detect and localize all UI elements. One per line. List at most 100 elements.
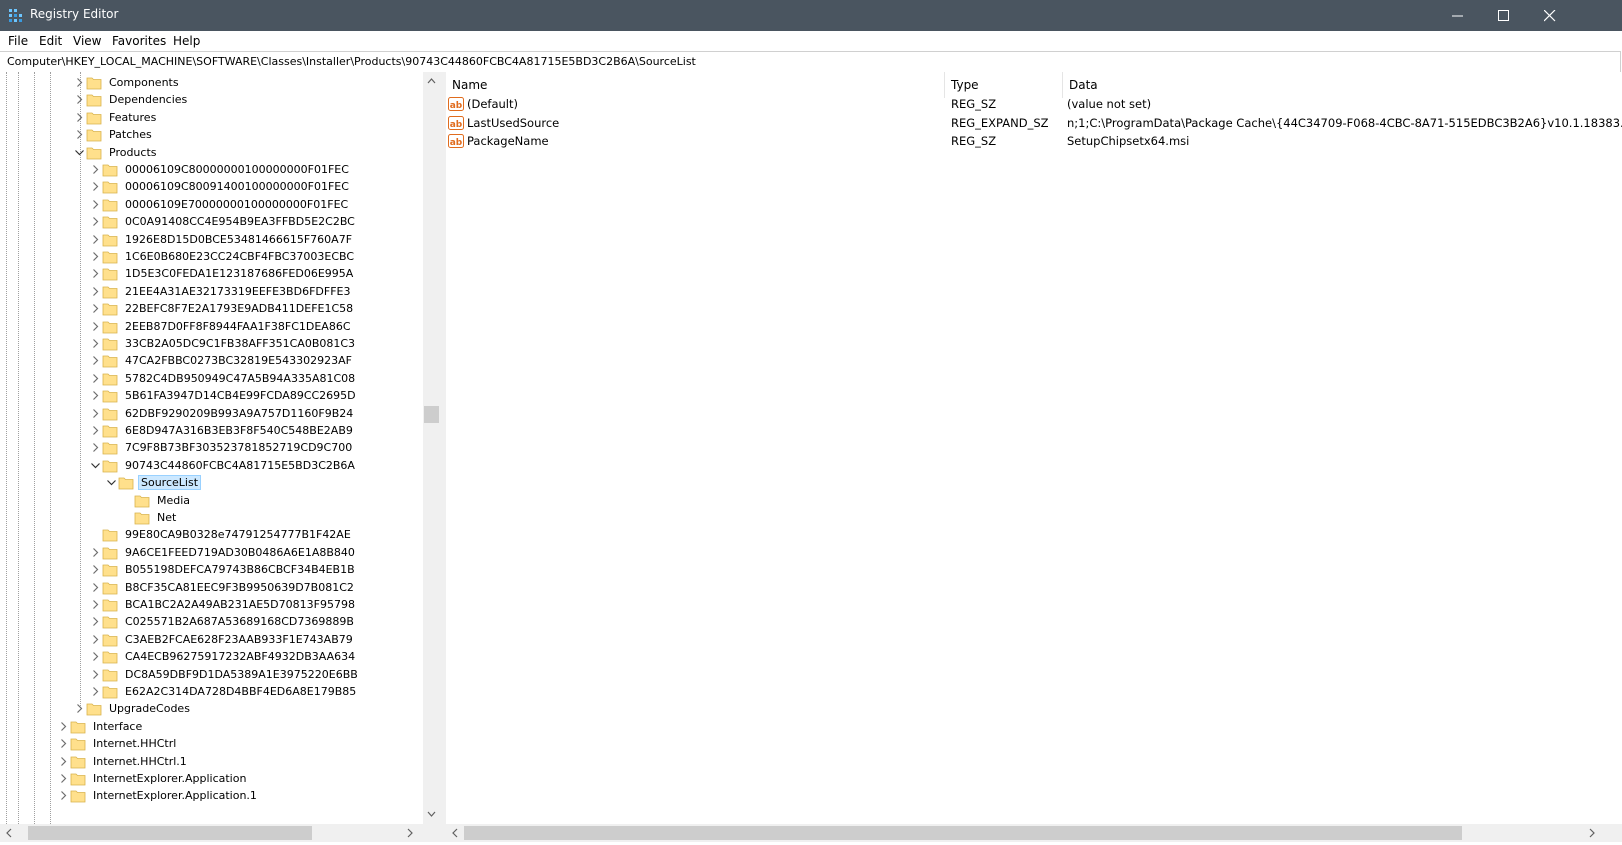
tree-item-label[interactable]: 7C9F8B73BF303523781852719CD9C700 (123, 441, 354, 454)
tree-item-label[interactable]: InternetExplorer.Application (91, 772, 248, 785)
tree-item-label[interactable]: Components (107, 76, 181, 89)
expand-chevron-icon[interactable] (74, 129, 85, 140)
menu-help[interactable]: Help (173, 34, 200, 48)
expand-chevron-icon[interactable] (90, 355, 101, 366)
expand-chevron-icon[interactable] (90, 669, 101, 680)
tree-item-label[interactable]: SourceList (137, 475, 202, 491)
tree-item-label[interactable]: 1D5E3C0FEDA1E123187686FED06E995A (123, 267, 355, 280)
tree-item-label[interactable]: 33CB2A05DC9C1FB38AFF351CA0B081C3 (123, 337, 357, 350)
tree-item-label[interactable]: 21EE4A31AE32173319EEFE3BD6FDFFE3 (123, 285, 352, 298)
expand-chevron-icon[interactable] (90, 321, 101, 332)
tree-item-label[interactable]: Media (155, 494, 192, 507)
close-button[interactable] (1527, 0, 1573, 31)
expand-chevron-icon[interactable] (90, 373, 101, 384)
expand-chevron-icon[interactable] (90, 599, 101, 610)
tree-item-label[interactable]: 9A6CE1FEED719AD30B0486A6E1A8B840 (123, 546, 357, 559)
menu-file[interactable]: File (8, 34, 28, 48)
menu-edit[interactable]: Edit (39, 34, 62, 48)
minimize-button[interactable] (1435, 0, 1481, 31)
expand-chevron-icon[interactable] (90, 234, 101, 245)
tree-item-label[interactable]: C025571B2A687A53689168CD7369889B (123, 615, 356, 628)
tree-item-label[interactable]: 6E8D947A316B3EB3F8F540C548BE2AB9 (123, 424, 355, 437)
tree-item-label[interactable]: InternetExplorer.Application.1 (91, 789, 259, 802)
tree-item-label[interactable]: 1926E8D15D0BCE53481466615F760A7F (123, 233, 354, 246)
expand-chevron-icon[interactable] (90, 286, 101, 297)
tree-item-label[interactable]: Dependencies (107, 93, 189, 106)
tree-item-label[interactable]: 47CA2FBBC0273BC32819E543302923AF (123, 354, 354, 367)
address-path[interactable]: Computer\HKEY_LOCAL_MACHINE\SOFTWARE\Cla… (7, 55, 696, 68)
tree-item-label[interactable]: Interface (91, 720, 144, 733)
tree-item-label[interactable]: E62A2C314DA728D4BBF4ED6A8E179B85 (123, 685, 358, 698)
expand-chevron-icon[interactable] (90, 164, 101, 175)
menu-favorites[interactable]: Favorites (112, 34, 166, 48)
expand-chevron-icon[interactable] (90, 564, 101, 575)
expand-chevron-icon[interactable] (90, 651, 101, 662)
expand-chevron-icon[interactable] (90, 199, 101, 210)
expand-chevron-icon[interactable] (74, 112, 85, 123)
expand-chevron-icon[interactable] (90, 425, 101, 436)
value-row[interactable]: ab PackageName REG_SZ SetupChipsetx64.msi (446, 132, 1622, 151)
tree-item-label[interactable]: Net (155, 511, 178, 524)
tree-item-label[interactable]: 00006109C80091400100000000F01FEC (123, 180, 351, 193)
tree-item-label[interactable]: UpgradeCodes (107, 702, 192, 715)
expand-chevron-icon[interactable] (90, 251, 101, 262)
tree-item-label[interactable]: 1C6E0B680E23CC24CBF4FBC37003ECBC (123, 250, 356, 263)
tree-item-label[interactable]: Patches (107, 128, 154, 141)
tree-item-label[interactable]: Internet.HHCtrl (91, 737, 178, 750)
folder-icon (102, 582, 118, 594)
expand-chevron-icon[interactable] (90, 547, 101, 558)
expand-chevron-icon[interactable] (90, 634, 101, 645)
expand-chevron-icon[interactable] (74, 703, 85, 714)
expand-chevron-icon[interactable] (74, 94, 85, 105)
address-bar[interactable]: Computer\HKEY_LOCAL_MACHINE\SOFTWARE\Cla… (0, 51, 1621, 73)
menu-view[interactable]: View (73, 34, 101, 48)
tree-item-label[interactable]: Products (107, 146, 159, 159)
collapse-chevron-icon[interactable] (90, 460, 101, 471)
maximize-button[interactable] (1481, 0, 1527, 31)
tree-item-label[interactable]: 00006109C80000000100000000F01FEC (123, 163, 351, 176)
tree-item-label[interactable]: 99E80CA9B0328e74791254777B1F42AE (123, 528, 353, 541)
expand-chevron-icon[interactable] (90, 390, 101, 401)
tree-item-label[interactable]: B8CF35CA81EEC9F3B9950639D7B081C2 (123, 581, 356, 594)
tree-item-label[interactable]: Internet.HHCtrl.1 (91, 755, 189, 768)
expand-chevron-icon[interactable] (58, 756, 69, 767)
tree-item-label[interactable]: 90743C44860FCBC4A81715E5BD3C2B6A (123, 459, 357, 472)
expand-chevron-icon[interactable] (58, 790, 69, 801)
values-pane[interactable]: Name Type Data ab (Default) REG_SZ (value n… (446, 72, 1622, 842)
expand-chevron-icon[interactable] (90, 408, 101, 419)
tree-item-label[interactable]: C3AEB2FCAE628F23AAB933F1E743AB79 (123, 633, 355, 646)
expand-chevron-icon[interactable] (90, 616, 101, 627)
expand-chevron-icon[interactable] (90, 268, 101, 279)
tree-item-label[interactable]: DC8A59DBF9D1DA5389A1E3975220E6BB (123, 668, 360, 681)
tree-item-label[interactable]: Features (107, 111, 158, 124)
expand-chevron-icon[interactable] (58, 721, 69, 732)
tree-item-label[interactable]: 5B61FA3947D14CB4E99FCDA89CC2695D (123, 389, 358, 402)
value-row[interactable]: ab (Default) REG_SZ (value not set) (446, 95, 1622, 114)
tree-item-label[interactable]: BCA1BC2A2A49AB231AE5D70813F95798 (123, 598, 357, 611)
value-row[interactable]: ab LastUsedSource REG_EXPAND_SZ n;1;C:\Prog… (446, 114, 1622, 133)
expand-chevron-icon[interactable] (90, 442, 101, 453)
expand-chevron-icon[interactable] (90, 216, 101, 227)
tree-item-label[interactable]: 0C0A91408CC4E954B9EA3FFBD5E2C2BC (123, 215, 357, 228)
expand-chevron-icon[interactable] (74, 77, 85, 88)
tree-item-label[interactable]: 2EEB87D0FF8F8944FAA1F38FC1DEA86C (123, 320, 353, 333)
key-tree-pane[interactable]: Components Dependencies Features Patches Pro… (0, 72, 440, 842)
expand-chevron-icon[interactable] (90, 582, 101, 593)
tree-vertical-scrollbar[interactable] (423, 72, 440, 824)
expand-chevron-icon[interactable] (90, 338, 101, 349)
expand-chevron-icon[interactable] (90, 686, 101, 697)
tree-horizontal-scrollbar[interactable] (0, 824, 423, 842)
tree-item-label[interactable]: 62DBF9290209B993A9A757D1160F9B24 (123, 407, 355, 420)
tree-item-label[interactable]: CA4ECB96275917232ABF4932DB3AA634 (123, 650, 357, 663)
expand-chevron-icon[interactable] (58, 773, 69, 784)
tree-item-label[interactable]: 00006109E70000000100000000F01FEC (123, 198, 350, 211)
expand-chevron-icon[interactable] (58, 738, 69, 749)
collapse-chevron-icon[interactable] (106, 477, 117, 488)
tree-item-label[interactable]: B055198DEFCA79743B86CBCF34B4EB1B (123, 563, 357, 576)
expand-chevron-icon[interactable] (90, 181, 101, 192)
collapse-chevron-icon[interactable] (74, 147, 85, 158)
tree-item-label[interactable]: 5782C4DB950949C47A5B94A335A81C08 (123, 372, 357, 385)
tree-item-label[interactable]: 22BEFC8F7E2A1793E9ADB411DEFE1C58 (123, 302, 355, 315)
values-horizontal-scrollbar[interactable] (446, 824, 1605, 842)
expand-chevron-icon[interactable] (90, 303, 101, 314)
